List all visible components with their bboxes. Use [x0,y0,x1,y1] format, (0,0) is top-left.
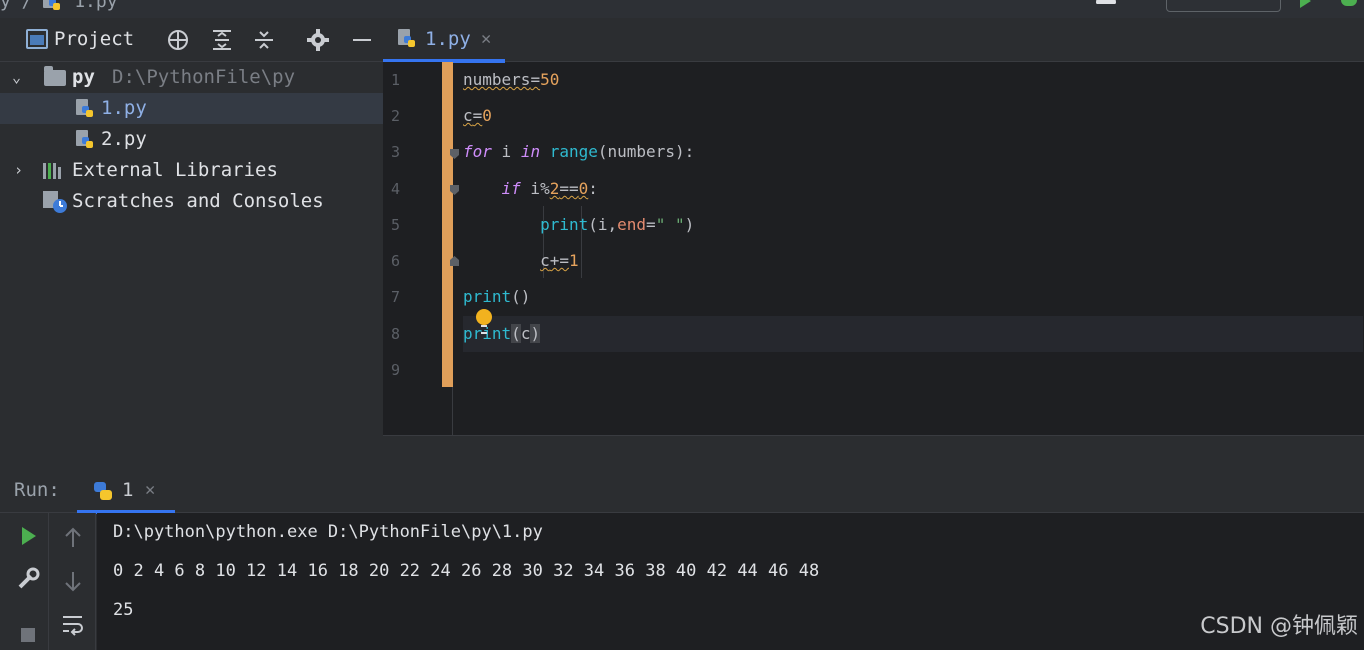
tree-root-path: D:\PythonFile\py [112,66,296,88]
line-number: 3 [391,143,401,161]
python-file-icon [43,0,61,10]
line-number: 1 [391,71,401,89]
line-number: 6 [391,252,401,270]
run-icon[interactable] [1300,0,1311,8]
run-tab-1[interactable]: 1 ✕ [77,469,175,514]
code-line-4[interactable]: if i%2==0: [463,171,1363,207]
chevron-down-icon[interactable]: ⌄ [12,62,21,93]
code-line-1[interactable]: numbers=50 [463,62,1363,98]
code-line-2[interactable]: c=0 [463,98,1363,134]
python-file-icon [76,130,93,148]
run-tab-label: 1 [122,479,134,501]
tree-item-label: External Libraries [72,159,278,181]
editor-empty-area [383,435,1364,469]
code-line-5[interactable]: print(i,end=" ") [463,207,1363,243]
close-icon[interactable]: ✕ [145,480,155,500]
project-panel-header: Project [0,18,383,62]
gear-icon[interactable] [306,28,330,52]
scratches-icon [43,191,67,213]
tree-item-label: Scratches and Consoles [72,190,324,212]
minimize-icon[interactable] [350,28,374,52]
line-number: 8 [391,325,401,343]
run-panel-header: Run: 1 ✕ [0,469,1364,514]
top-toolbar: y / 1.py [0,0,1364,18]
editor-tab-bar: 1.py ✕ [383,18,1364,63]
python-file-icon [398,29,415,47]
console-line: 0 2 4 6 8 10 12 14 16 18 20 22 24 26 28 … [113,561,820,581]
lightbulb-icon[interactable] [476,309,492,334]
chevron-right-icon[interactable]: › [14,155,23,186]
code-line-7[interactable]: print() [463,279,1363,315]
tree-item-scratches[interactable]: Scratches and Consoles [0,186,383,217]
breadcrumb[interactable]: y / 1.py [0,0,118,12]
project-icon [26,29,48,49]
tree-item-external-libraries[interactable]: › External Libraries [0,155,383,186]
code-editor: 1.py ✕ 1 2 3 4 5 6 7 8 9 numbers=50 c=0 … [383,18,1364,469]
folder-icon [44,66,66,86]
code-area[interactable]: numbers=50 c=0 for i in range(numbers): … [463,62,1363,435]
code-line-8[interactable]: print(c) [463,316,1363,352]
tab-1-py[interactable]: 1.py ✕ [383,18,505,63]
line-number: 7 [391,288,401,306]
tree-item-label: 1.py [101,97,147,119]
line-number: 9 [391,361,401,379]
tree-item-label: 2.py [101,128,147,150]
tab-label: 1.py [425,28,471,50]
tree-root-name: py [72,66,95,88]
run-configuration-select[interactable] [1166,0,1281,12]
run-icon[interactable] [15,523,41,549]
expand-all-icon[interactable] [210,28,234,52]
run-panel: Run: 1 ✕ D:\python\python.exe D:\PythonF… [0,469,1364,650]
tree-root-py[interactable]: ⌄ py D:\PythonFile\py [0,62,383,93]
toolbar-divider [48,513,49,650]
soft-wrap-icon[interactable] [60,611,86,637]
project-panel: Project ⌄ py D:\PythonFile\py 1.py 2.py … [0,18,383,469]
line-number: 4 [391,180,401,198]
code-line-6[interactable]: c+=1 [463,243,1363,279]
user-icon[interactable] [1096,0,1116,4]
library-icon [43,163,61,179]
stop-icon[interactable] [15,620,41,646]
crosshair-icon[interactable] [166,28,190,52]
collapse-all-icon[interactable] [252,28,276,52]
arrow-down-icon[interactable] [60,568,86,594]
close-icon[interactable]: ✕ [481,29,491,49]
run-toolbar [0,513,96,650]
tree-item-2-py[interactable]: 2.py [0,124,383,155]
watermark: CSDN @钟佩颖 [1200,614,1358,639]
project-panel-title[interactable]: Project [54,28,134,50]
run-console-output[interactable]: D:\python\python.exe D:\PythonFile\py\1.… [97,513,1364,650]
line-number: 5 [391,216,401,234]
wrench-icon[interactable] [15,566,41,592]
console-line: D:\python\python.exe D:\PythonFile\py\1.… [113,522,543,542]
python-icon [94,482,112,500]
arrow-up-icon[interactable] [60,525,86,551]
tree-item-1-py[interactable]: 1.py [0,93,383,124]
vcs-change-marker[interactable] [442,62,453,387]
console-line: 25 [113,600,134,620]
debug-icon[interactable] [1341,0,1357,6]
breadcrumb-file[interactable]: 1.py [74,0,117,12]
run-panel-label: Run: [14,479,60,501]
python-file-icon [76,99,93,117]
code-line-3[interactable]: for i in range(numbers): [463,134,1363,170]
line-number: 2 [391,107,401,125]
